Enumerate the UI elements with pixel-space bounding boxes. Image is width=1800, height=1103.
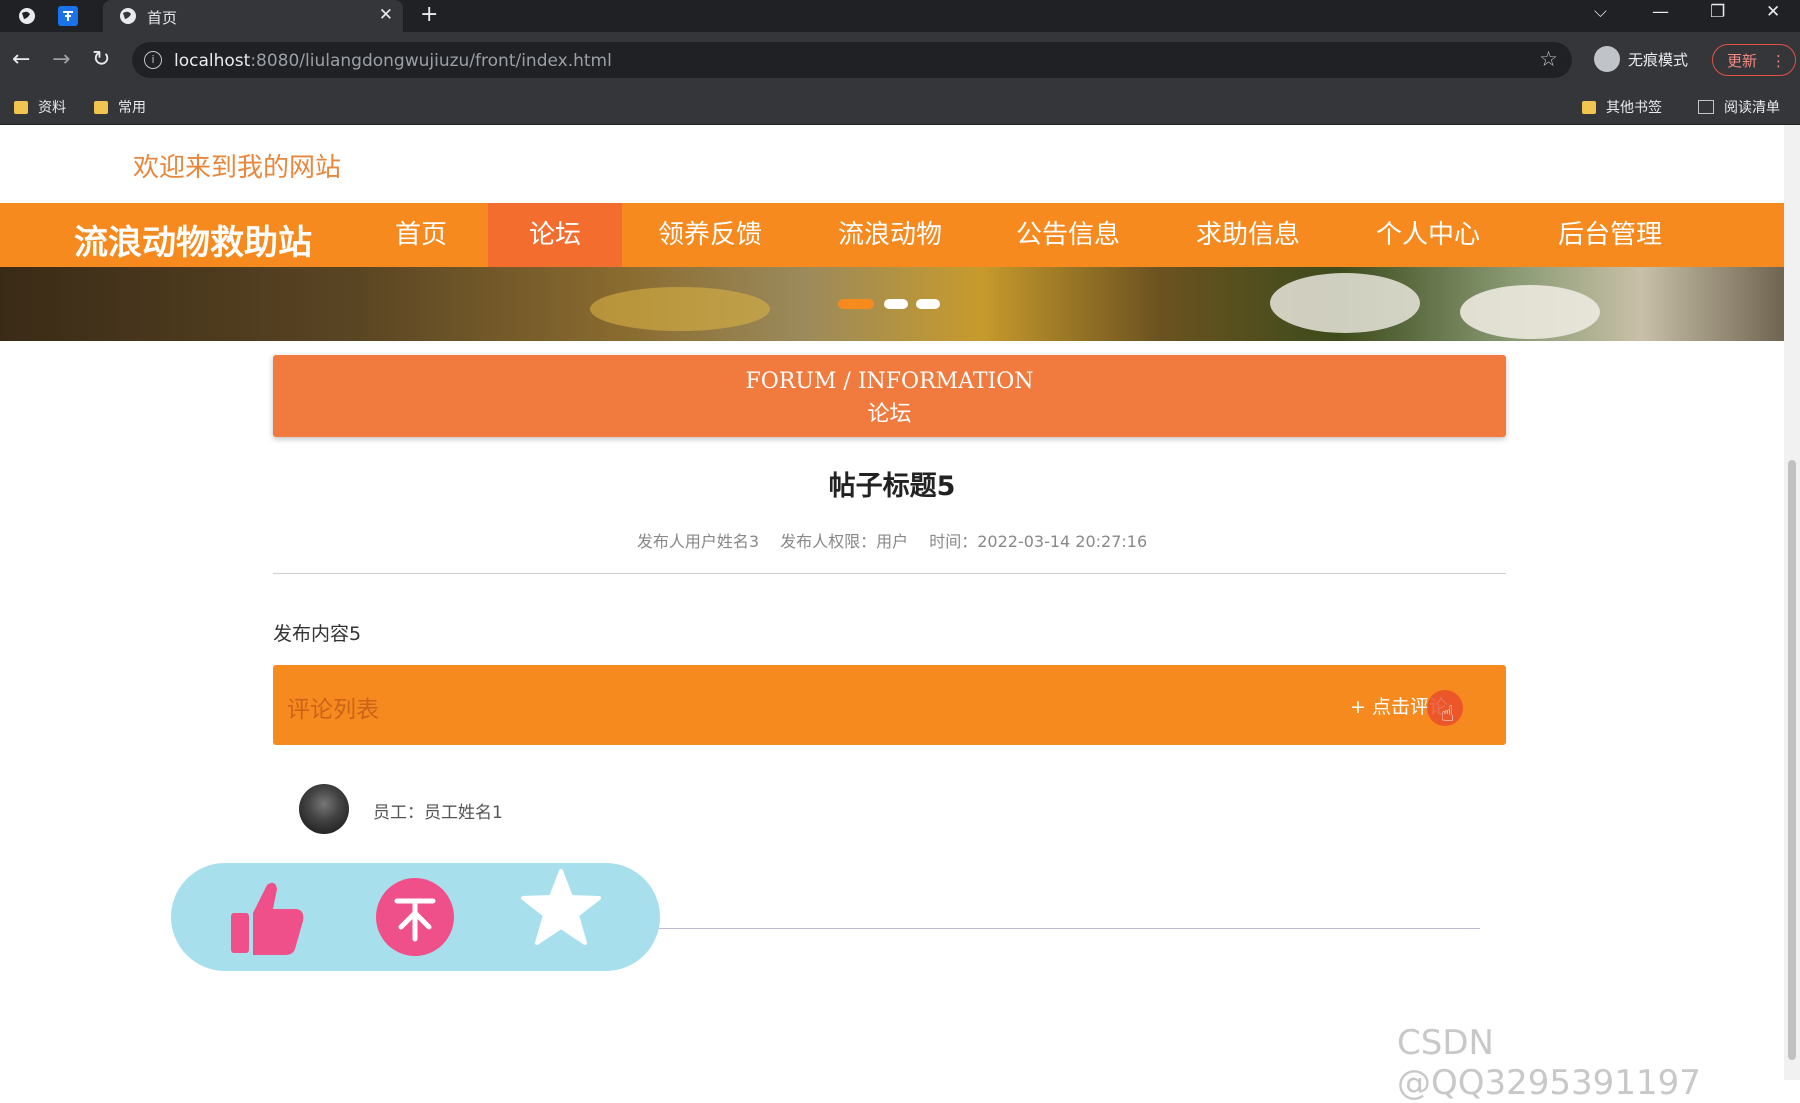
bookmark-folder[interactable]: 常用 bbox=[94, 97, 146, 117]
reading-list[interactable]: 阅读清单 bbox=[1698, 97, 1780, 117]
incognito-indicator[interactable]: 无痕模式 bbox=[1594, 46, 1688, 72]
post-title: 帖子标题5 bbox=[828, 471, 956, 502]
dislike-icon[interactable] bbox=[375, 877, 455, 957]
nav-forum[interactable]: 论坛 bbox=[488, 203, 622, 267]
web-page: 欢迎来到我的网站 流浪动物救助站 首页 论坛 领养反馈 流浪动物 公告信息 求助… bbox=[0, 125, 1784, 1080]
nav-adoption-feedback[interactable]: 领养反馈 bbox=[640, 203, 780, 267]
url-text[interactable]: localhost:8080/liulangdongwujiuzu/front/… bbox=[174, 51, 612, 71]
action-panel bbox=[171, 863, 660, 971]
address-bar[interactable]: i localhost:8080/liulangdongwujiuzu/fron… bbox=[132, 42, 1572, 78]
minimize-icon[interactable]: — bbox=[1652, 2, 1669, 22]
nav-admin[interactable]: 后台管理 bbox=[1540, 203, 1680, 267]
nav-announcements[interactable]: 公告信息 bbox=[998, 203, 1138, 267]
post-author: 发布人用户姓名3 bbox=[636, 532, 760, 551]
close-tab-icon[interactable]: ✕ bbox=[379, 5, 393, 25]
back-icon[interactable]: ← bbox=[12, 46, 30, 74]
folder-icon bbox=[14, 100, 28, 114]
post-time: 时间：2022-03-14 20:27:16 bbox=[929, 532, 1148, 551]
banner-carousel[interactable] bbox=[0, 267, 1784, 341]
page-scrollbar[interactable] bbox=[1784, 125, 1800, 1080]
post-meta: 发布人用户姓名3 发布人权限：用户 时间：2022-03-14 20:27:16 bbox=[0, 528, 1784, 552]
app-tab-icon[interactable] bbox=[58, 6, 78, 26]
carousel-dot-active[interactable] bbox=[838, 299, 874, 309]
browser-tab-strip: 首页 ✕ + ⌵ — ❐ ✕ bbox=[0, 0, 1800, 32]
divider bbox=[655, 928, 1480, 929]
globe-icon[interactable] bbox=[16, 5, 38, 27]
star-icon[interactable] bbox=[521, 867, 601, 947]
thumbs-up-icon[interactable] bbox=[227, 877, 307, 957]
site-info-icon[interactable]: i bbox=[144, 51, 162, 69]
forward-icon[interactable]: → bbox=[52, 46, 70, 74]
avatar bbox=[299, 784, 349, 834]
forum-header: FORUM / INFORMATION 论坛 bbox=[273, 355, 1506, 437]
bookmark-folder[interactable]: 资料 bbox=[14, 97, 66, 117]
comment-user: 员工：员工姓名1 bbox=[373, 803, 503, 823]
new-tab-button[interactable]: + bbox=[420, 2, 438, 27]
update-button[interactable]: 更新 ⋮ bbox=[1712, 44, 1796, 76]
comment-list-header: 评论列表 + 点击评论 bbox=[273, 665, 1506, 745]
tab-title: 首页 bbox=[147, 9, 178, 27]
forum-header-cn: 论坛 bbox=[867, 402, 912, 427]
reload-icon[interactable]: ↻ bbox=[92, 46, 110, 74]
incognito-label: 无痕模式 bbox=[1628, 50, 1689, 69]
folder-icon bbox=[1582, 100, 1596, 114]
post-role: 发布人权限：用户 bbox=[780, 532, 909, 551]
nav-home[interactable]: 首页 bbox=[356, 203, 486, 267]
folder-icon bbox=[94, 100, 108, 114]
carousel-dot[interactable] bbox=[916, 299, 940, 309]
carousel-dot[interactable] bbox=[884, 299, 908, 309]
incognito-icon bbox=[1594, 46, 1620, 72]
scrollbar-thumb[interactable] bbox=[1788, 460, 1796, 1060]
tab-search-icon[interactable]: ⌵ bbox=[1594, 2, 1607, 22]
watermark: CSDN @QQ3295391197 bbox=[1397, 1023, 1701, 1103]
nav-help-requests[interactable]: 求助信息 bbox=[1178, 203, 1318, 267]
nav-user-center[interactable]: 个人中心 bbox=[1358, 203, 1498, 267]
post-content: 发布内容5 bbox=[273, 623, 362, 645]
hand-cursor-icon: ☝ bbox=[1441, 702, 1455, 727]
window-close-icon[interactable]: ✕ bbox=[1766, 2, 1780, 22]
bookmarks-bar: 资料 常用 其他书签 阅读清单 bbox=[0, 88, 1800, 125]
restore-icon[interactable]: ❐ bbox=[1710, 2, 1725, 22]
active-tab[interactable]: 首页 ✕ bbox=[103, 0, 403, 32]
comment-list-title: 评论列表 bbox=[287, 697, 379, 723]
site-navbar: 流浪动物救助站 首页 论坛 领养反馈 流浪动物 公告信息 求助信息 个人中心 后… bbox=[0, 203, 1784, 267]
bookmark-star-icon[interactable]: ☆ bbox=[1539, 47, 1558, 71]
welcome-text: 欢迎来到我的网站 bbox=[133, 153, 342, 183]
reading-list-icon bbox=[1698, 100, 1714, 114]
browser-toolbar: ← → ↻ i localhost:8080/liulangdongwujiuz… bbox=[0, 32, 1800, 88]
divider bbox=[273, 573, 1506, 574]
site-brand[interactable]: 流浪动物救助站 bbox=[74, 215, 312, 264]
other-bookmarks[interactable]: 其他书签 bbox=[1582, 97, 1662, 117]
globe-icon bbox=[117, 5, 139, 27]
nav-stray-animals[interactable]: 流浪动物 bbox=[820, 203, 960, 267]
forum-header-en: FORUM / INFORMATION bbox=[745, 369, 1034, 394]
